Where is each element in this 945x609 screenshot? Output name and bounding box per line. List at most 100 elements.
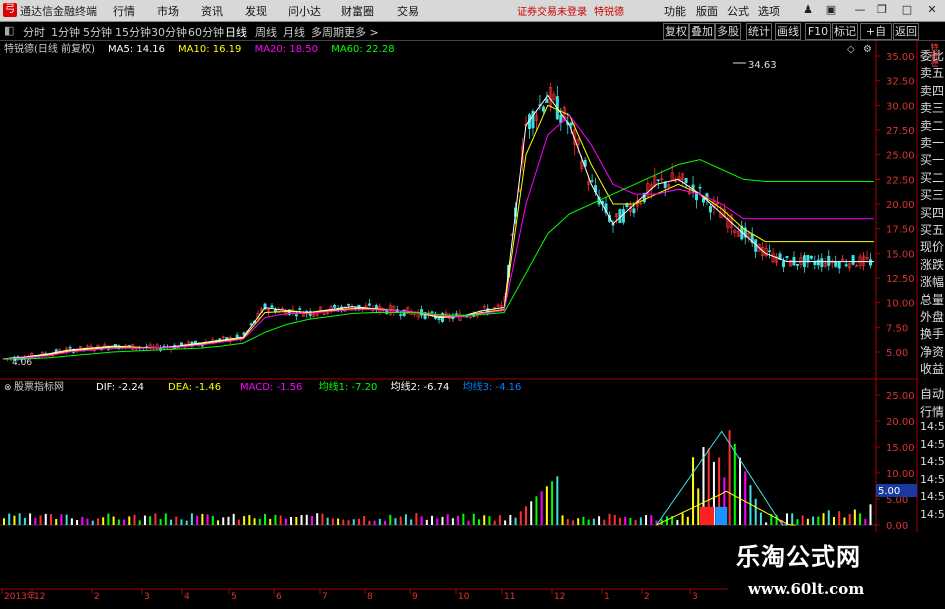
tab-period-intraday[interactable]: 分时 xyxy=(23,24,45,40)
candle-body xyxy=(656,179,660,181)
indicator-bar xyxy=(525,506,527,525)
tab-period-monthly[interactable]: 月线 xyxy=(283,24,305,40)
indicator-bar xyxy=(86,518,89,525)
indicator-bar xyxy=(869,504,872,525)
tab-period-1min[interactable]: 1分钟 xyxy=(51,24,80,40)
tab-period-60min[interactable]: 60分钟 xyxy=(188,24,224,40)
menu-discover[interactable]: 发现 xyxy=(245,3,267,19)
indicator-bar xyxy=(493,520,496,525)
overlay-button[interactable]: 叠加 xyxy=(689,23,715,40)
menu-news[interactable]: 资讯 xyxy=(201,3,223,19)
menu-ask[interactable]: 问小达 xyxy=(288,3,321,19)
indicator-bar xyxy=(211,515,214,525)
tab-period-15min[interactable]: 15分钟 xyxy=(115,24,151,40)
orderbook-label: 卖二 xyxy=(920,118,945,133)
close-icon[interactable]: ✕ xyxy=(924,2,940,18)
indicator-bar xyxy=(472,513,475,525)
mark-button[interactable]: 标记 xyxy=(832,23,858,40)
add-watchlist-button[interactable]: +自选 xyxy=(860,23,892,53)
maximize-icon[interactable]: □ xyxy=(899,2,915,18)
menu-wealth[interactable]: 财富圈 xyxy=(341,3,374,19)
tab-period-more[interactable]: 更多 > xyxy=(344,24,379,40)
price-tick-label: 10.00 xyxy=(886,299,915,310)
restore-icon[interactable]: ❐ xyxy=(874,2,890,18)
indicator-bar xyxy=(227,516,230,525)
draw-line-button[interactable]: 画线 xyxy=(775,23,801,40)
indicator-bar xyxy=(13,515,16,525)
price-tick-label: 17.50 xyxy=(886,225,915,236)
indicator-bar xyxy=(608,513,611,525)
minimize-icon[interactable]: — xyxy=(852,2,868,18)
menu-layout[interactable]: 版面 xyxy=(696,3,718,19)
menu-trade[interactable]: 交易 xyxy=(397,3,419,19)
login-notice[interactable]: 证券交易未登录 xyxy=(517,3,587,18)
indicator-bar xyxy=(519,511,522,525)
candle-body xyxy=(367,303,371,306)
tick-time-label: 14:56 xyxy=(920,490,945,503)
indicator-bar xyxy=(530,501,533,525)
date-tick-label: 7 xyxy=(322,592,328,601)
indicator-bar xyxy=(164,513,167,525)
date-tick-label: 2 xyxy=(644,592,650,601)
maximize-panel-icon[interactable]: ▣ xyxy=(823,2,839,18)
kline-chart[interactable]: 特锐德(日线 前复权) MA5: 14.16 MA10: 16.19 MA20: 1… xyxy=(0,41,945,601)
side-lower-label[interactable]: 自动 xyxy=(920,385,944,402)
side-lower-label[interactable]: 行情 xyxy=(920,403,944,420)
candle-body xyxy=(844,264,848,267)
statistics-button[interactable]: 统计 xyxy=(746,23,772,40)
indicator-bar xyxy=(686,516,689,525)
orderbook-label: 卖一 xyxy=(920,136,945,150)
tab-period-5min[interactable]: 5分钟 xyxy=(83,24,112,40)
indicator-bar xyxy=(618,518,621,525)
watermark-title: 乐淘公式网 xyxy=(736,542,861,571)
menu-market[interactable]: 市场 xyxy=(157,3,179,19)
indicator-bar xyxy=(467,520,470,525)
price-tick-label: 20.00 xyxy=(886,200,915,211)
indicator-bar xyxy=(279,515,282,525)
tab-period-multi[interactable]: 多周期 xyxy=(311,24,344,40)
indicator-bar xyxy=(290,517,293,525)
candle-body xyxy=(869,259,873,266)
indicator-bar xyxy=(556,476,559,525)
indicator-bar xyxy=(587,519,590,525)
sub-tick-label: 15.00 xyxy=(886,443,915,454)
rights-adjust-button[interactable]: 复权 xyxy=(663,23,689,40)
indicator-bar xyxy=(274,514,277,525)
indicator-bar xyxy=(629,518,632,525)
chart-settings-icon[interactable]: ⚙ xyxy=(863,44,872,55)
date-tick-label: 8 xyxy=(367,592,373,601)
indicator-bar xyxy=(253,518,256,525)
candle-body xyxy=(809,255,813,259)
sub-legend-item: DEA: -1.46 xyxy=(168,382,221,393)
indicator-close-icon[interactable]: ⊗ xyxy=(4,383,12,393)
sub-tick-label: 25.00 xyxy=(886,391,915,402)
indicator-bar xyxy=(373,520,376,525)
date-tick-label: 2 xyxy=(94,592,100,601)
date-tick-label: 6 xyxy=(276,592,282,601)
indicator-bar xyxy=(676,519,679,525)
sidebar-toggle-icon[interactable]: ◧ xyxy=(4,24,14,37)
menu-options[interactable]: 选项 xyxy=(758,3,780,19)
f10-button[interactable]: F10 xyxy=(805,23,831,40)
indicator-bar xyxy=(96,518,99,525)
date-tick-label: 3 xyxy=(144,592,150,601)
user-icon[interactable]: ♟ xyxy=(800,2,816,18)
date-tick-label: 12 xyxy=(554,592,565,601)
tab-period-daily[interactable]: 日线 xyxy=(225,24,247,40)
back-button[interactable]: 返回 xyxy=(893,23,919,40)
indicator-bar xyxy=(441,516,444,525)
menu-function[interactable]: 功能 xyxy=(664,3,686,19)
tab-period-weekly[interactable]: 周线 xyxy=(255,24,277,40)
price-tick-label: 35.00 xyxy=(886,52,915,63)
sub-tick-label: 0.00 xyxy=(886,521,908,532)
multi-stock-button[interactable]: 多股 xyxy=(715,23,741,40)
sub-legend-name: 股票指标网 xyxy=(14,380,64,393)
indicator-bar xyxy=(18,513,21,525)
indicator-bar xyxy=(832,516,835,525)
menu-quotes[interactable]: 行情 xyxy=(113,3,135,19)
tab-period-30min[interactable]: 30分钟 xyxy=(151,24,187,40)
menu-formula[interactable]: 公式 xyxy=(727,3,749,19)
chart-collapse-icon[interactable]: ◇ xyxy=(847,44,855,55)
candle-body xyxy=(193,340,197,344)
indicator-bar xyxy=(326,517,329,525)
